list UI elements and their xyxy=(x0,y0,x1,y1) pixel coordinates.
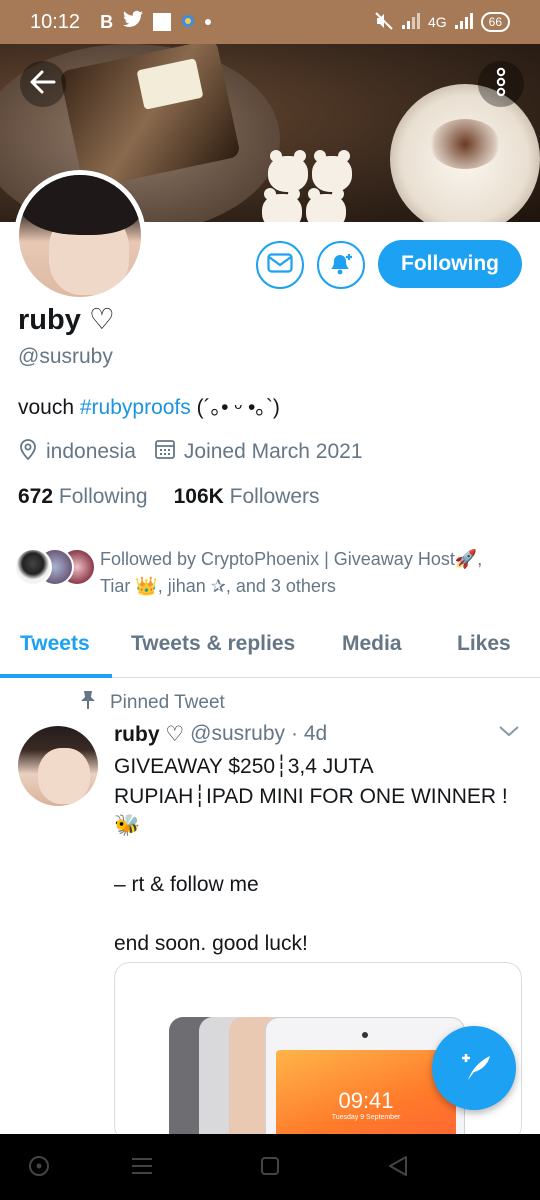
joined-date: Joined March 2021 xyxy=(183,440,363,463)
app-notification-icon xyxy=(181,11,195,34)
followers-label: Followers xyxy=(229,485,320,508)
pinned-label: Pinned Tweet xyxy=(80,690,225,716)
bio: vouch #rubyproofs (´｡• ᵕ •｡`) xyxy=(18,391,280,421)
ipad-clock: 09:41 xyxy=(338,1088,394,1113)
mutual-avatars xyxy=(14,546,96,590)
following-stat[interactable]: 672 Following xyxy=(18,485,148,509)
twitter-bird-icon xyxy=(123,10,144,34)
triangle-back-icon xyxy=(387,1155,409,1182)
tab-media[interactable]: Media xyxy=(342,632,402,656)
back-nav-button[interactable] xyxy=(386,1155,410,1182)
tweet-line: RUPIAH┆IPAD MINI FOR ONE WINNER ! xyxy=(114,784,508,808)
tweet-line: 🐝 xyxy=(114,814,141,837)
assistant-button[interactable] xyxy=(27,1155,51,1182)
following-button[interactable]: Following xyxy=(378,240,522,288)
display-name: ruby ♡ xyxy=(18,304,115,336)
tweet-line: – rt & follow me xyxy=(114,873,259,896)
network-type: 4G xyxy=(427,14,447,30)
chevron-down-icon xyxy=(498,725,520,742)
mute-icon xyxy=(374,11,394,33)
location-text: indonesia xyxy=(46,440,136,463)
following-label: Following xyxy=(58,485,148,508)
calendar-icon xyxy=(154,438,176,466)
avatar xyxy=(14,548,52,586)
follow-stats: 672 Following 106K Followers xyxy=(18,485,320,509)
battery-level: 66 xyxy=(480,12,510,32)
avatar xyxy=(19,175,141,297)
tab-tweets-replies[interactable]: Tweets & replies xyxy=(131,632,295,656)
ipad-date: Tuesday 9 September xyxy=(331,1114,401,1121)
followed-by[interactable]: Followed by CryptoPhoenix | Giveaway Hos… xyxy=(14,546,524,600)
message-button[interactable] xyxy=(256,241,304,289)
bio-hashtag-link[interactable]: #rubyproofs xyxy=(80,396,191,419)
active-tab-indicator xyxy=(0,674,112,678)
tab-tweets[interactable]: Tweets xyxy=(20,632,90,656)
tweet-options-button[interactable] xyxy=(498,724,520,743)
circle-dot-icon xyxy=(28,1155,50,1182)
signal-icon-2 xyxy=(454,12,473,32)
tweet-time: · 4d xyxy=(291,722,328,745)
signal-icon xyxy=(401,12,420,32)
more-vertical-icon xyxy=(496,67,506,102)
back-button[interactable] xyxy=(20,61,66,107)
followed-by-line: Tiar 👑, jihan ✰, and 3 others xyxy=(100,576,336,596)
menu-icon xyxy=(131,1157,153,1180)
mail-icon xyxy=(267,252,293,278)
menu-button[interactable] xyxy=(130,1156,154,1180)
tweet-line: end soon. good luck! xyxy=(114,932,308,955)
tweet-author-name[interactable]: ruby ♡ xyxy=(114,722,184,747)
tweet-line: GIVEAWAY $250┆3,4 JUTA xyxy=(114,755,374,778)
arrow-left-icon xyxy=(30,70,56,99)
followed-by-line: Followed by CryptoPhoenix | Giveaway Hos… xyxy=(100,549,483,569)
pinned-tweet-text: Pinned Tweet xyxy=(110,692,225,713)
tweet-author-handle: @susruby xyxy=(190,722,286,745)
tab-likes[interactable]: Likes xyxy=(457,632,511,656)
compose-tweet-button[interactable] xyxy=(432,1026,516,1110)
profile-avatar[interactable] xyxy=(14,170,146,302)
status-time: 10:12 xyxy=(30,10,81,33)
compose-feather-icon xyxy=(454,1046,494,1091)
notifications-button[interactable] xyxy=(317,241,365,289)
more-notifications-dot-icon xyxy=(205,19,212,25)
system-navigation-bar xyxy=(0,1134,540,1200)
notification-b-icon: B xyxy=(100,11,114,32)
bio-emoticon: (´｡• ᵕ •｡`) xyxy=(190,396,280,419)
tweet-author-avatar[interactable] xyxy=(18,726,98,806)
status-bar: 10:12 B 4G 66 xyxy=(0,0,540,44)
bio-text: vouch xyxy=(18,396,80,419)
followers-count: 106K xyxy=(173,485,224,508)
following-count: 672 xyxy=(18,485,54,508)
home-button[interactable] xyxy=(258,1156,282,1180)
pin-icon xyxy=(80,690,96,716)
tweet-body: GIVEAWAY $250┆3,4 JUTA RUPIAH┆IPAD MINI … xyxy=(114,752,524,959)
profile-meta: indonesia Joined March 2021 xyxy=(18,438,373,466)
location-pin-icon xyxy=(18,438,38,466)
followers-stat[interactable]: 106K Followers xyxy=(174,485,320,509)
bell-plus-icon xyxy=(327,250,355,281)
more-options-button[interactable] xyxy=(478,61,524,107)
followed-by-text: Followed by CryptoPhoenix | Giveaway Hos… xyxy=(94,546,482,600)
square-icon xyxy=(260,1156,280,1181)
handle: @susruby xyxy=(18,345,113,368)
tweet-header: ruby ♡ @susruby · 4d xyxy=(114,722,327,747)
image-notification-icon xyxy=(153,13,172,31)
profile-tabs: Tweets Tweets & replies Media Likes xyxy=(0,612,540,678)
